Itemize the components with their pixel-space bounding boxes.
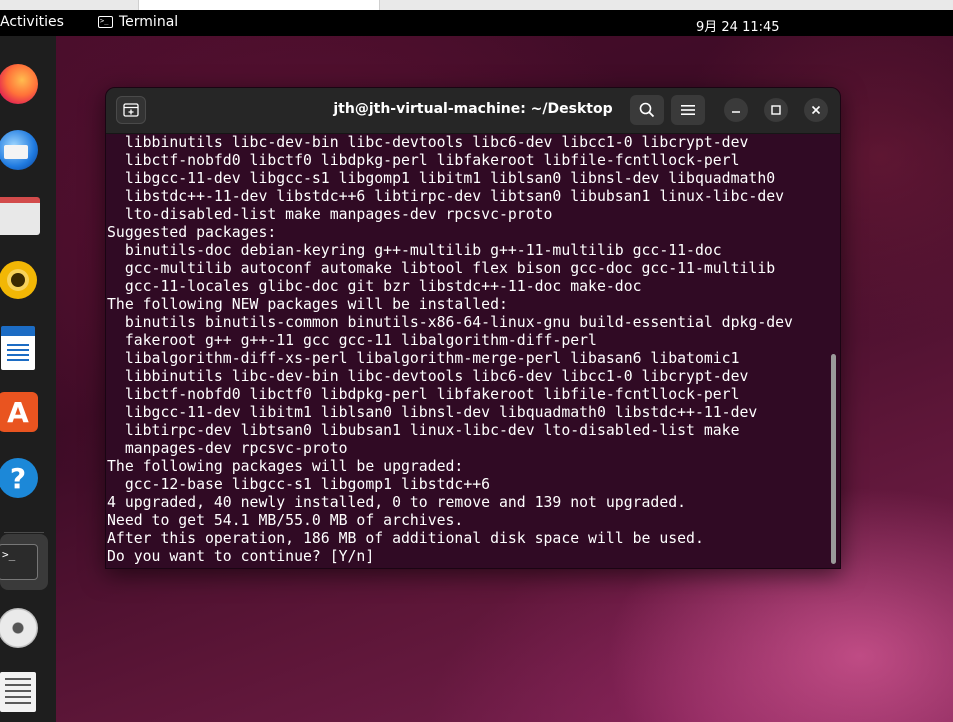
terminal-line: libgcc-11-dev libgcc-s1 libgomp1 libitm1… bbox=[107, 170, 776, 187]
dock-separator bbox=[4, 532, 44, 533]
terminal-line: fakeroot g++ g++-11 gcc gcc-11 libalgori… bbox=[107, 332, 597, 349]
terminal-line: manpages-dev rpcsvc-proto bbox=[107, 440, 348, 457]
terminal-output[interactable]: libbinutils libc-dev-bin libc-devtools l… bbox=[106, 134, 828, 568]
terminal-line: gcc-multilib autoconf automake libtool f… bbox=[107, 260, 776, 277]
dock-item-software[interactable]: A bbox=[0, 384, 48, 440]
terminal-app-icon: >_ bbox=[98, 16, 113, 28]
app-menu-label: Terminal bbox=[119, 14, 179, 30]
dock-item-text-editor[interactable] bbox=[0, 664, 48, 720]
terminal-line: libgcc-11-dev libitm1 liblsan0 libnsl-de… bbox=[107, 404, 758, 421]
terminal-line: libalgorithm-diff-xs-perl libalgorithm-m… bbox=[107, 350, 740, 367]
dock-item-firefox[interactable] bbox=[0, 56, 48, 112]
terminal-line: libstdc++-11-dev libstdc++6 libtirpc-dev… bbox=[107, 188, 785, 205]
terminal-line: 4 upgraded, 40 newly installed, 0 to rem… bbox=[107, 494, 687, 511]
terminal-line: libctf-nobfd0 libctf0 libdpkg-perl libfa… bbox=[107, 152, 740, 169]
minimize-button[interactable] bbox=[724, 98, 748, 122]
terminal-line: gcc-12-base libgcc-s1 libgomp1 libstdc++… bbox=[107, 476, 491, 493]
terminal-line: binutils binutils-common binutils-x86-64… bbox=[107, 314, 793, 331]
software-icon: A bbox=[0, 392, 38, 432]
terminal-line: binutils-doc debian-keyring g++-multilib… bbox=[107, 242, 722, 259]
dock: A ? >_ bbox=[0, 36, 56, 722]
terminal-line: libctf-nobfd0 libctf0 libdpkg-perl libfa… bbox=[107, 386, 740, 403]
terminal-line: lto-disabled-list make manpages-dev rpcs… bbox=[107, 206, 553, 223]
terminal-line: libbinutils libc-dev-bin libc-devtools l… bbox=[107, 134, 749, 151]
close-icon bbox=[811, 105, 821, 115]
disc-icon bbox=[0, 608, 38, 648]
terminal-icon: >_ bbox=[0, 544, 38, 580]
dock-item-files[interactable] bbox=[0, 188, 48, 244]
maximize-icon bbox=[771, 105, 781, 115]
top-bar: Activities >_ Terminal 9月 24 11:45 bbox=[0, 10, 953, 36]
dock-item-disc[interactable] bbox=[0, 600, 48, 656]
close-button[interactable] bbox=[804, 98, 828, 122]
dock-item-rhythmbox[interactable] bbox=[0, 252, 48, 308]
dock-item-help[interactable]: ? bbox=[0, 450, 48, 506]
dock-item-thunderbird[interactable] bbox=[0, 122, 48, 178]
help-icon: ? bbox=[0, 458, 38, 498]
terminal-line: libtirpc-dev libtsan0 libubsan1 linux-li… bbox=[107, 422, 740, 439]
hamburger-icon bbox=[681, 105, 695, 115]
app-menu[interactable]: >_ Terminal bbox=[98, 14, 178, 30]
activities-button[interactable]: Activities bbox=[0, 14, 64, 30]
writer-icon bbox=[1, 326, 35, 370]
rhythmbox-icon bbox=[0, 261, 37, 299]
terminal-line: Need to get 54.1 MB/55.0 MB of archives. bbox=[107, 512, 464, 529]
search-button[interactable] bbox=[630, 95, 664, 125]
firefox-icon bbox=[0, 64, 38, 104]
dock-item-writer[interactable] bbox=[0, 320, 48, 376]
terminal-line: The following packages will be upgraded: bbox=[107, 458, 464, 475]
window-header: jth@jth-virtual-machine: ~/Desktop bbox=[106, 88, 840, 134]
terminal-line: gcc-11-locales glibc-doc git bzr libstdc… bbox=[107, 278, 642, 295]
terminal-prompt: Do you want to continue? [Y/n] bbox=[107, 548, 384, 565]
terminal-line: Suggested packages: bbox=[107, 224, 277, 241]
terminal-scrollbar[interactable] bbox=[831, 354, 836, 564]
minimize-icon bbox=[732, 111, 740, 113]
menu-button[interactable] bbox=[671, 95, 705, 125]
files-icon bbox=[0, 197, 40, 235]
search-icon bbox=[639, 102, 655, 118]
text-editor-icon bbox=[0, 672, 36, 712]
terminal-window: jth@jth-virtual-machine: ~/Desktop libbi… bbox=[105, 87, 841, 569]
terminal-line: After this operation, 186 MB of addition… bbox=[107, 530, 704, 547]
dock-item-terminal[interactable]: >_ bbox=[0, 534, 48, 590]
clock[interactable]: 9月 24 11:45 bbox=[696, 16, 780, 35]
terminal-line: libbinutils libc-dev-bin libc-devtools l… bbox=[107, 368, 749, 385]
maximize-button[interactable] bbox=[764, 98, 788, 122]
background-window-strip bbox=[0, 0, 953, 10]
thunderbird-icon bbox=[0, 130, 38, 170]
terminal-line: The following NEW packages will be insta… bbox=[107, 296, 508, 313]
